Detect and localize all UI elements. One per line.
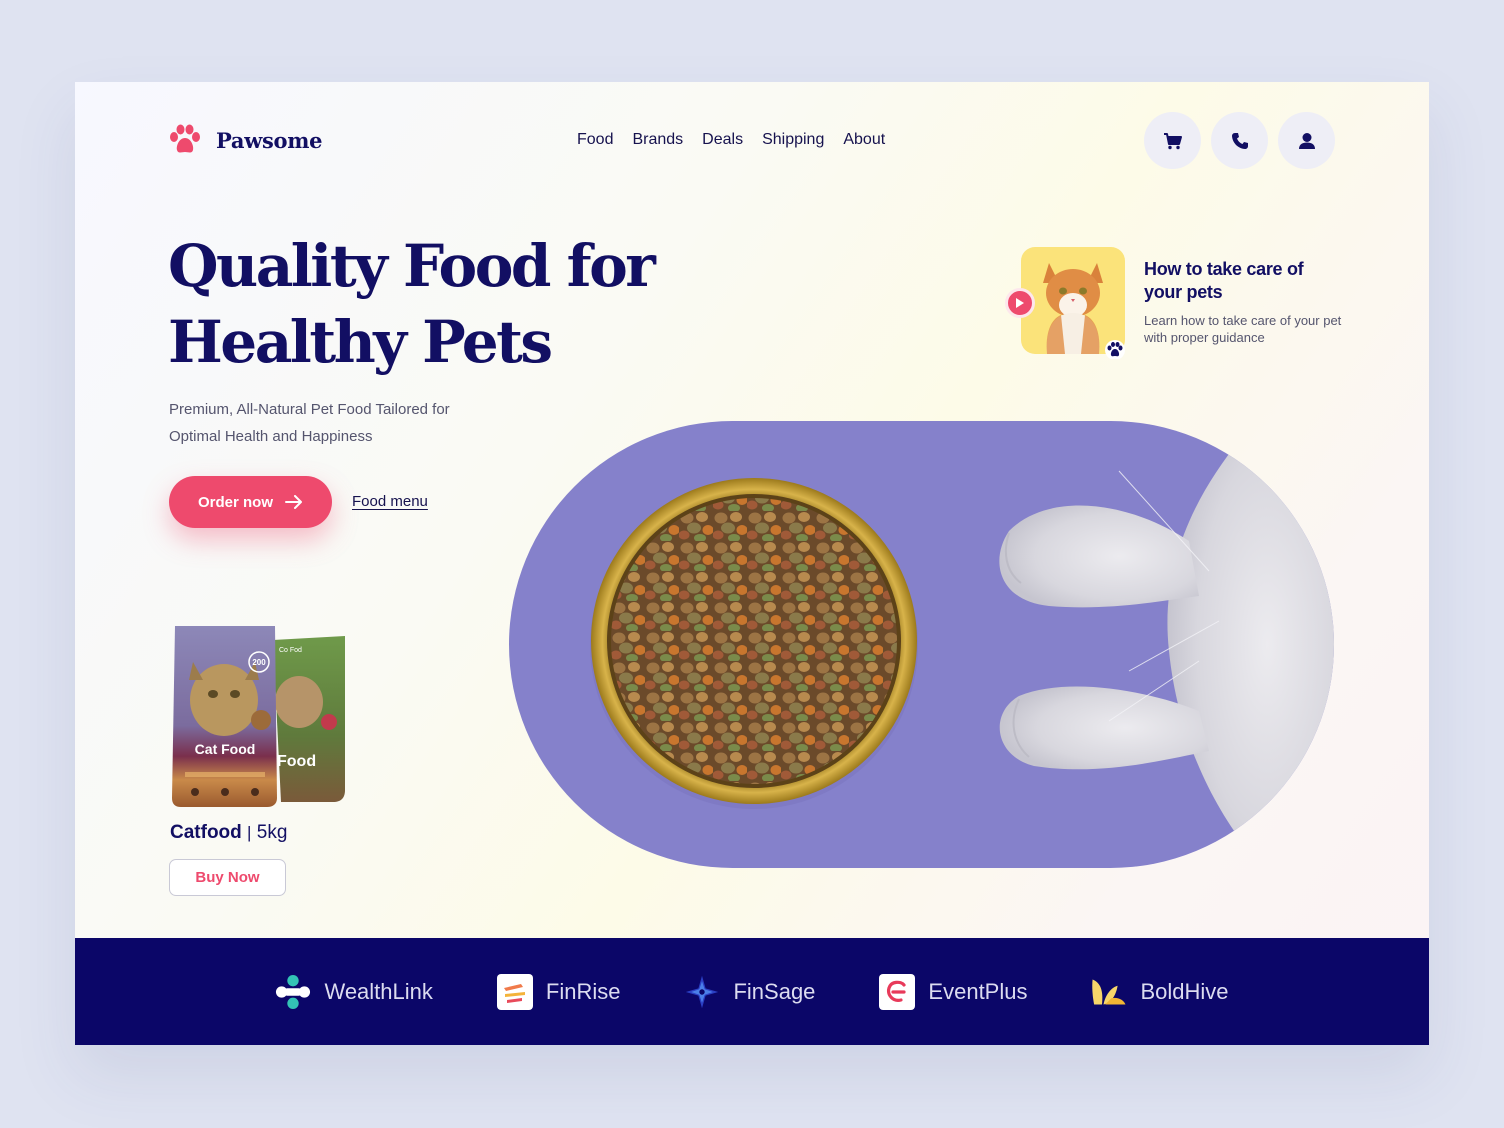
play-video-button[interactable] [1005,288,1035,318]
eventplus-logo-icon [879,973,916,1010]
paw-logo-icon [170,124,200,153]
partner-finsage[interactable]: FinSage [684,974,815,1010]
partner-boldhive[interactable]: BoldHive [1091,974,1229,1010]
guide-title[interactable]: How to take care of your pets [1144,258,1324,304]
nav-food[interactable]: Food [577,131,613,149]
landing-page-card: Pawsome Food Brands Deals Shipping About… [75,82,1429,1045]
catfood-package-image: Co Fod Food 200 Cat Food [172,626,345,807]
nav-deals[interactable]: Deals [702,131,743,149]
hero-subtitle: Premium, All-Natural Pet Food Tailored f… [169,401,450,445]
partner-wealthlink[interactable]: WealthLink [275,974,433,1010]
wealthlink-logo-icon [276,974,311,1009]
pack-back-top-label: Co Fod [279,647,302,654]
partner-brand-bar: WealthLink FinRise FinSage EventPlus Bol… [75,938,1429,1045]
phone-button[interactable] [1211,112,1268,169]
buy-now-button[interactable]: Buy Now [169,859,286,896]
account-button[interactable] [1278,112,1335,169]
phone-icon [1231,132,1248,149]
order-now-label: Order now [197,493,273,511]
cart-button[interactable] [1144,112,1201,169]
partner-eventplus[interactable]: EventPlus [879,973,1028,1010]
order-now-button[interactable]: Order now [169,476,332,528]
finsage-logo-icon [686,975,719,1008]
boldhive-logo-icon [1092,978,1126,1005]
hero-title-line2: Healthy Pets [168,308,553,376]
partner-eventplus-name: EventPlus [928,978,1028,1004]
main-nav: Food Brands Deals Shipping About [577,131,885,149]
play-icon [1016,298,1024,308]
product-title: Catfood [170,822,242,843]
nav-about[interactable]: About [843,131,885,149]
brand-name: Pawsome [216,127,323,153]
nav-shipping[interactable]: Shipping [762,131,824,149]
partner-wealthlink-name: WealthLink [324,978,433,1004]
hero-title-line1: Quality Food for [168,232,656,300]
cat-photo-icon [1043,263,1103,354]
partner-finrise-name: FinRise [545,978,621,1004]
product-weight: 5kg [256,822,288,843]
user-icon [1298,132,1315,149]
product-separator: | [247,823,252,842]
pack-back-label: Food [277,753,316,770]
pack-badge: 200 [252,658,266,667]
product-name: Catfood | 5kg [170,822,287,844]
guide-description: Learn how to take care of your pet with … [1144,313,1342,345]
partner-boldhive-name: BoldHive [1140,978,1229,1004]
partner-finrise[interactable]: FinRise [496,973,621,1010]
pack-front-label: Cat Food [195,741,256,757]
paw-badge-icon [1105,340,1125,359]
guide-video-thumbnail[interactable] [1021,247,1125,354]
arrow-right-icon [285,495,302,509]
food-menu-link[interactable]: Food menu [352,493,428,510]
partner-finsage-name: FinSage [733,978,816,1004]
finrise-logo-icon [496,973,533,1010]
cart-icon [1163,132,1182,149]
logo[interactable]: Pawsome [168,124,323,156]
hero-cat-bowl-image [509,421,1334,868]
nav-brands[interactable]: Brands [632,131,683,149]
hero-title: Quality Food for Healthy Pets [168,228,656,380]
